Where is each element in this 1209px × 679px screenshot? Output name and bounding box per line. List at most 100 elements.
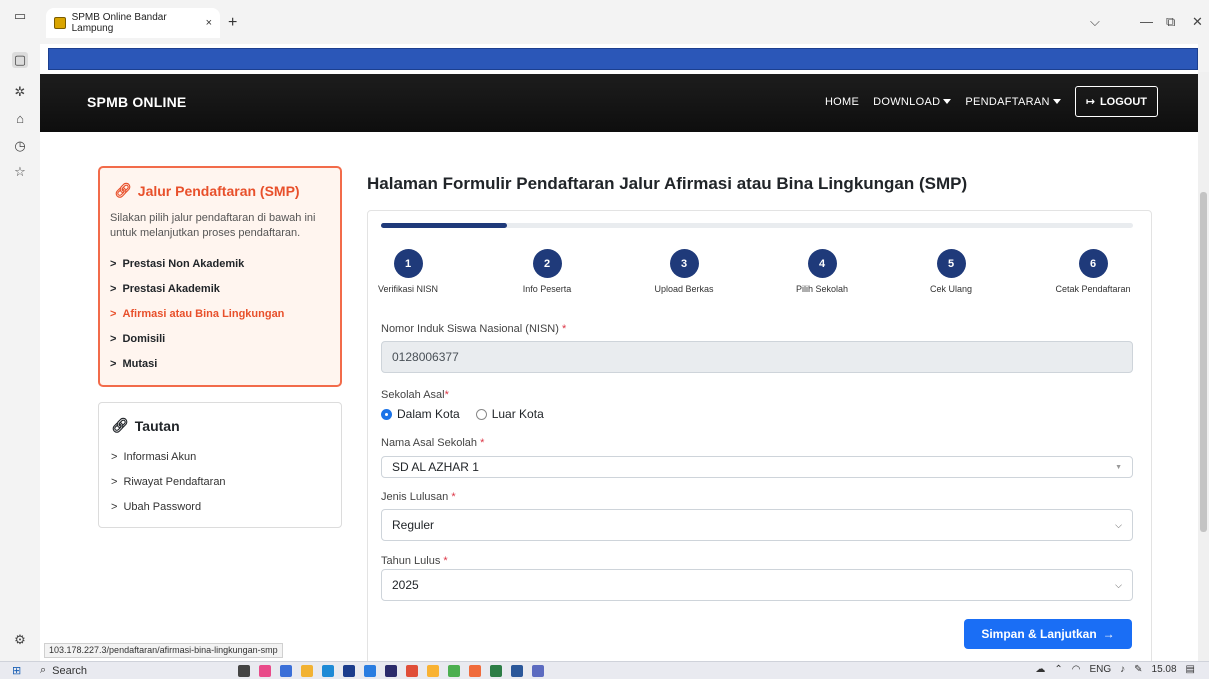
save-continue-button[interactable]: Simpan & Lanjutkan → xyxy=(964,619,1132,649)
jalur-item-prestasi-non-akademik[interactable]: > Prestasi Non Akademik xyxy=(110,251,330,276)
step-5: 5 Cek Ulang xyxy=(906,249,996,294)
edge-icon[interactable] xyxy=(322,665,334,677)
taskbar-apps xyxy=(238,665,544,677)
sekolah-asal-label: Sekolah Asal* xyxy=(381,389,449,401)
chrome-icon[interactable] xyxy=(448,665,460,677)
taskbar-search[interactable]: ⌕ Search xyxy=(40,664,87,677)
history-icon[interactable]: ◷ xyxy=(12,138,28,154)
site-favicon-icon xyxy=(54,17,66,29)
tautan-ubah-password[interactable]: > Ubah Password xyxy=(111,494,329,519)
tahun-lulus-label: Tahun Lulus * xyxy=(381,555,448,567)
store-icon[interactable] xyxy=(364,665,376,677)
tautan-label: Informasi Akun xyxy=(123,450,197,463)
app-icon[interactable] xyxy=(343,665,355,677)
jalur-title: 🔗︎ Jalur Pendaftaran (SMP) xyxy=(114,182,330,199)
site-brand[interactable]: SPMB ONLINE xyxy=(87,94,186,110)
copilot-icon[interactable] xyxy=(259,665,271,677)
step-number: 1 xyxy=(393,249,423,278)
tautan-informasi-akun[interactable]: > Informasi Akun xyxy=(111,444,329,469)
nisn-input[interactable]: 0128006377 xyxy=(381,341,1133,373)
restore-icon[interactable]: ⧉ xyxy=(1166,14,1175,30)
dropbox-icon[interactable] xyxy=(280,665,292,677)
step-label: Upload Berkas xyxy=(654,284,714,294)
chevron-right-icon: > xyxy=(110,307,117,320)
jalur-item-mutasi[interactable]: > Mutasi xyxy=(110,351,330,376)
chevron-right-icon: > xyxy=(110,282,117,295)
radio-dalam-label: Dalam Kota xyxy=(397,407,460,421)
nav-home[interactable]: HOME xyxy=(825,96,859,108)
new-tab-button[interactable]: + xyxy=(228,14,237,32)
nama-sekolah-label-text: Nama Asal Sekolah xyxy=(381,437,477,449)
notification-icon[interactable]: ▤ xyxy=(1186,664,1195,675)
settings-icon[interactable]: ⚙ xyxy=(12,632,28,648)
logout-icon: ↦ xyxy=(1085,96,1095,108)
app-icon[interactable] xyxy=(427,665,439,677)
extensions-icon[interactable]: ✲ xyxy=(12,84,28,100)
chevron-up-icon[interactable]: ⌃ xyxy=(1054,664,1062,675)
nav-download[interactable]: DOWNLOAD xyxy=(873,95,952,108)
page-scrollbar[interactable] xyxy=(1198,72,1209,661)
word-icon[interactable] xyxy=(511,665,523,677)
taskbar-search-label: Search xyxy=(52,664,88,677)
nama-sekolah-value: SD AL AZHAR 1 xyxy=(392,460,479,474)
pen-icon[interactable]: ✎ xyxy=(1134,664,1142,675)
page-viewport: SPMB ONLINE HOME DOWNLOAD PENDAFTARAN ↦ L… xyxy=(40,44,1198,661)
jenis-lulusan-label: Jenis Lulusan * xyxy=(381,491,456,503)
tab-actions-icon[interactable]: ▭ xyxy=(12,8,28,24)
chevron-down-icon: ⌵ xyxy=(1115,519,1122,530)
nav-download-label: DOWNLOAD xyxy=(873,95,941,108)
app-icon[interactable] xyxy=(469,665,481,677)
step-number: 4 xyxy=(807,249,837,278)
vertical-tabs-icon[interactable]: ▢ xyxy=(12,52,28,68)
close-window-icon[interactable]: ✕ xyxy=(1192,14,1203,30)
link-icon: 🔗︎ xyxy=(114,182,132,198)
jalur-item-afirmasi[interactable]: > Afirmasi atau Bina Lingkungan xyxy=(110,301,330,326)
task-view-icon[interactable] xyxy=(238,665,250,677)
nisn-label: Nomor Induk Siswa Nasional (NISN) * xyxy=(381,323,566,335)
nama-sekolah-select[interactable]: SD AL AZHAR 1 ▼ xyxy=(381,456,1133,478)
caret-down-icon xyxy=(943,99,952,104)
tahun-lulus-select[interactable]: 2025 ⌵ xyxy=(381,569,1133,601)
weather-icon[interactable]: ☁ xyxy=(1035,664,1045,675)
tab-search-icon[interactable]: ⌵ xyxy=(1090,14,1100,30)
app-icon[interactable] xyxy=(406,665,418,677)
status-url: 103.178.227.3/pendaftaran/afirmasi-bina-… xyxy=(44,643,283,658)
step-number: 2 xyxy=(532,249,562,278)
jalur-title-text: Jalur Pendaftaran (SMP) xyxy=(137,182,300,199)
jalur-pendaftaran-card: 🔗︎ Jalur Pendaftaran (SMP) Silakan pilih… xyxy=(98,166,342,387)
collections-icon[interactable]: ⌂ xyxy=(12,110,28,126)
windows-start-icon[interactable]: ⊞ xyxy=(12,664,21,677)
minimize-icon[interactable]: — xyxy=(1140,14,1153,29)
radio-dalam-kota[interactable]: Dalam Kota xyxy=(381,407,460,421)
clock[interactable]: 15.08 xyxy=(1152,664,1177,675)
nisn-label-text: Nomor Induk Siswa Nasional (NISN) xyxy=(381,323,559,335)
volume-icon[interactable]: ♪ xyxy=(1120,664,1125,675)
sekolah-asal-radios: Dalam Kota Luar Kota xyxy=(381,407,544,421)
jenis-lulusan-select[interactable]: Reguler ⌵ xyxy=(381,509,1133,541)
jalur-item-prestasi-akademik[interactable]: > Prestasi Akademik xyxy=(110,276,330,301)
site-navbar: SPMB ONLINE HOME DOWNLOAD PENDAFTARAN ↦ L… xyxy=(40,74,1198,132)
nav-pendaftaran[interactable]: PENDAFTARAN xyxy=(965,96,1061,108)
jalur-item-domisili[interactable]: > Domisili xyxy=(110,326,330,351)
chevron-right-icon: > xyxy=(111,500,118,513)
close-tab-icon[interactable]: × xyxy=(206,17,212,29)
favorites-icon[interactable]: ☆ xyxy=(12,164,28,180)
jalur-item-label: Prestasi Non Akademik xyxy=(122,257,245,270)
radio-luar-kota[interactable]: Luar Kota xyxy=(475,407,544,421)
system-tray: ☁ ⌃ ◠ ENG ♪ ✎ 15.08 ▤ xyxy=(1035,664,1195,675)
caret-down-icon xyxy=(1052,99,1061,104)
app-icon[interactable] xyxy=(490,665,502,677)
app-icon[interactable] xyxy=(385,665,397,677)
chevron-right-icon: > xyxy=(110,332,117,345)
scrollbar-thumb[interactable] xyxy=(1200,192,1207,532)
logout-button[interactable]: ↦ LOGOUT xyxy=(1074,86,1158,117)
browser-tab[interactable]: SPMB Online Bandar Lampung × xyxy=(46,8,220,38)
app-icon[interactable] xyxy=(532,665,544,677)
jalur-description: Silakan pilih jalur pendaftaran di bawah… xyxy=(110,212,316,239)
file-explorer-icon[interactable] xyxy=(301,665,313,677)
chevron-down-icon: ⌵ xyxy=(1115,579,1122,590)
ime-indicator[interactable]: ENG xyxy=(1089,664,1111,675)
tautan-card: 🔗︎ Tautan > Informasi Akun > Riwayat Penda… xyxy=(98,402,342,528)
tautan-riwayat-pendaftaran[interactable]: > Riwayat Pendaftaran xyxy=(111,469,329,494)
network-icon[interactable]: ◠ xyxy=(1072,664,1081,675)
